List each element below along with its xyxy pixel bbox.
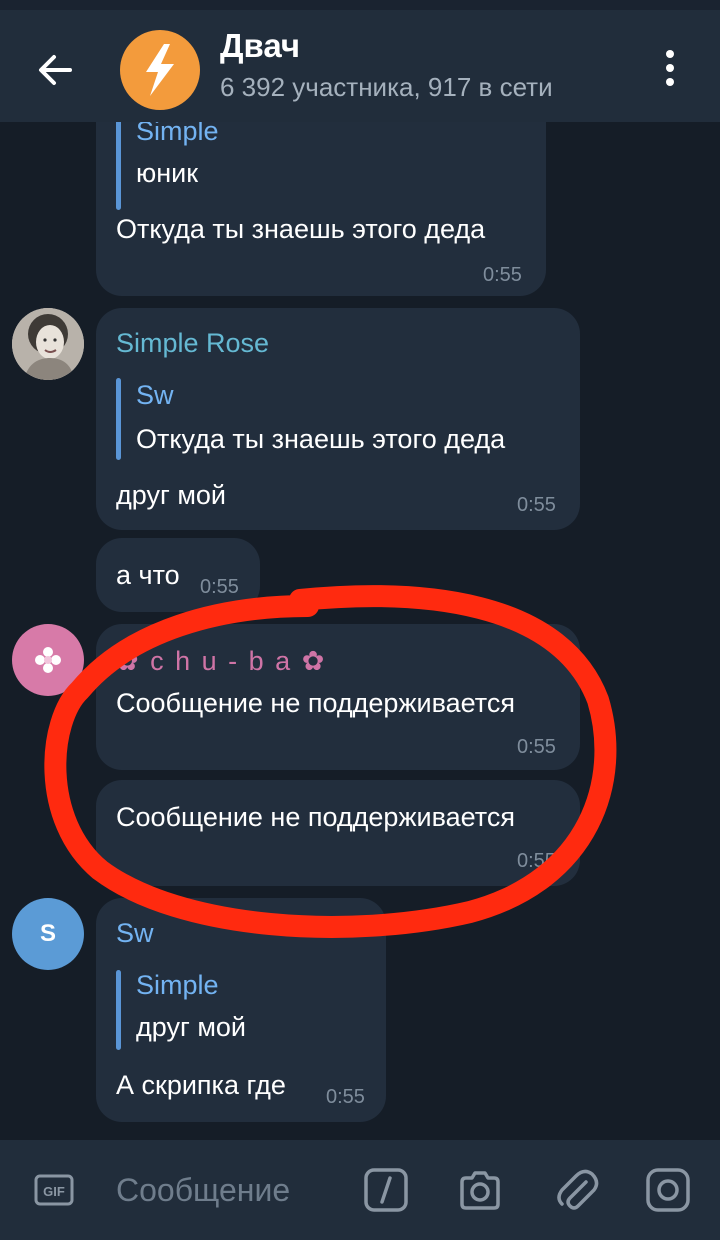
camera-icon[interactable] bbox=[456, 1166, 504, 1214]
message-time: 0:55 bbox=[326, 1086, 365, 1108]
chat-avatar[interactable] bbox=[120, 30, 200, 110]
chat-title[interactable]: Двач bbox=[220, 27, 300, 65]
avatar[interactable] bbox=[12, 308, 84, 380]
message-sender[interactable]: Simple Rose bbox=[116, 328, 269, 359]
message-bubble[interactable]: ✿ c h u - b a ✿ Сообщение не поддерживае… bbox=[96, 624, 580, 770]
message-bubble[interactable]: Simple Rose Sw Откуда ты знаешь этого де… bbox=[96, 308, 580, 530]
paperclip-icon[interactable] bbox=[552, 1166, 600, 1214]
gif-icon[interactable]: GIF bbox=[30, 1166, 78, 1214]
reply-text: Откуда ты знаешь этого деда bbox=[136, 424, 506, 454]
reply-sender[interactable]: Simple bbox=[136, 970, 219, 1001]
chat-header: Двач 6 392 участника, 917 в сети bbox=[0, 10, 720, 122]
message-text: А скрипка где bbox=[116, 1070, 286, 1100]
avatar[interactable]: S bbox=[12, 898, 84, 970]
avatar[interactable] bbox=[12, 624, 84, 696]
more-vert-icon[interactable] bbox=[650, 44, 690, 100]
message-time: 0:55 bbox=[517, 494, 556, 516]
sticker-icon[interactable] bbox=[644, 1166, 692, 1214]
message-bubble[interactable]: Сообщение не поддерживается 0:55 bbox=[96, 780, 580, 886]
message-text: Сообщение не поддерживается bbox=[116, 802, 515, 832]
message-sender[interactable]: Sw bbox=[116, 918, 154, 949]
slash-command-icon[interactable] bbox=[362, 1166, 410, 1214]
message-time: 0:55 bbox=[483, 264, 522, 286]
message-bubble[interactable]: а что 0:55 bbox=[96, 538, 260, 612]
lightning-icon bbox=[146, 44, 174, 96]
message-text: Сообщение не поддерживается bbox=[116, 688, 515, 718]
message-time: 0:55 bbox=[200, 576, 239, 598]
avatar-letter: S bbox=[39, 920, 56, 947]
chat-member-count: 6 392 участника, 917 в сети bbox=[220, 72, 553, 102]
back-arrow-icon bbox=[39, 55, 72, 85]
back-button[interactable] bbox=[26, 40, 86, 100]
message-time: 0:55 bbox=[517, 850, 556, 872]
reply-sender[interactable]: Sw bbox=[136, 380, 174, 411]
message-text: друг мой bbox=[116, 480, 226, 510]
reply-text: юник bbox=[136, 158, 199, 188]
reply-quote-bar bbox=[116, 378, 121, 460]
reply-quote-bar bbox=[116, 122, 121, 210]
reply-quote-bar bbox=[116, 970, 121, 1050]
message-text: а что bbox=[116, 560, 180, 590]
reply-text: друг мой bbox=[136, 1012, 246, 1042]
message-sender[interactable]: ✿ c h u - b a ✿ bbox=[116, 646, 326, 677]
message-bubble[interactable]: Sw Simple друг мой А скрипка где 0:55 bbox=[96, 898, 386, 1122]
message-bubble[interactable]: Simple юник Откуда ты знаешь этого деда … bbox=[96, 122, 546, 296]
message-text: Откуда ты знаешь этого деда bbox=[116, 214, 486, 244]
message-time: 0:55 bbox=[517, 736, 556, 758]
reply-sender[interactable]: Simple bbox=[136, 122, 219, 147]
message-list[interactable]: Simple юник Откуда ты знаешь этого деда … bbox=[0, 122, 720, 1140]
svg-text:GIF: GIF bbox=[43, 1184, 65, 1199]
status-bar bbox=[0, 0, 720, 10]
message-input-bar: GIF bbox=[0, 1140, 720, 1240]
message-input[interactable] bbox=[116, 1160, 346, 1220]
